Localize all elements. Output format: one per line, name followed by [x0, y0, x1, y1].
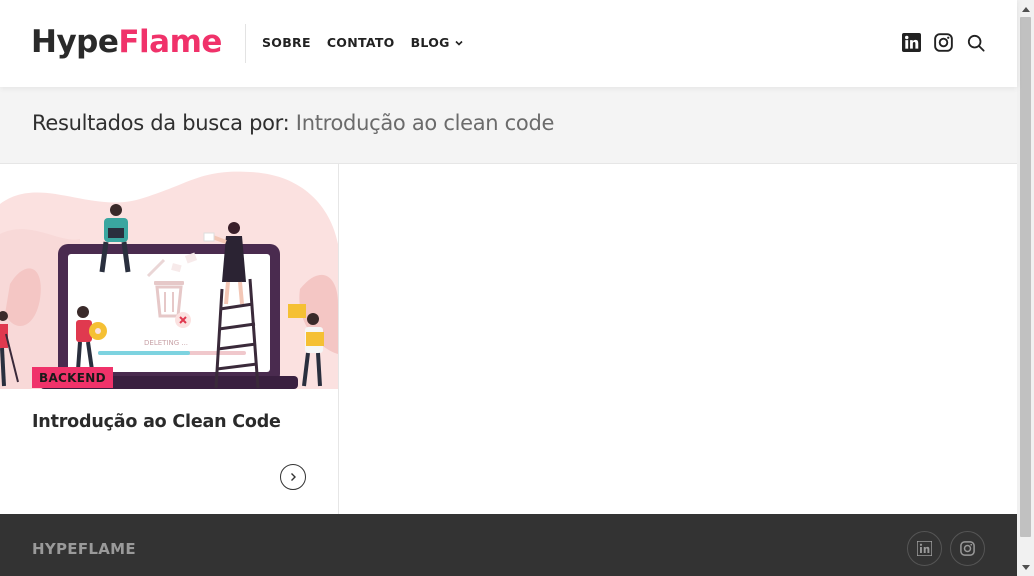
site-logo[interactable]: HypeFlame [31, 22, 222, 62]
linkedin-icon[interactable] [901, 32, 922, 53]
logo-text-flame: Flame [118, 24, 222, 60]
footer-brand: HYPEFLAME [32, 540, 136, 558]
category-badge[interactable]: BACKEND [32, 367, 113, 388]
main-nav: SOBRE CONTATO BLOG [262, 35, 464, 50]
header-divider [245, 24, 246, 63]
nav-item-blog[interactable]: BLOG [411, 35, 464, 50]
site-footer: HYPEFLAME [0, 514, 1017, 576]
search-term: Introdução ao clean code [295, 111, 555, 135]
header-social-icons [901, 32, 986, 53]
post-thumbnail[interactable]: DELETING ... [0, 164, 338, 389]
nav-item-contato[interactable]: CONTATO [327, 35, 395, 50]
page-title: Resultados da busca por: Introdução ao c… [32, 111, 554, 135]
post-card[interactable]: DELETING ... BACKEND Introdução ao Clean… [0, 164, 339, 514]
deleting-label: DELETING ... [144, 339, 188, 347]
search-title-prefix: Resultados da busca por: [32, 111, 296, 135]
nav-item-blog-label: BLOG [410, 35, 450, 50]
post-title[interactable]: Introdução ao Clean Code [32, 412, 281, 432]
chevron-right-icon [291, 473, 296, 481]
instagram-icon[interactable] [950, 531, 985, 566]
linkedin-icon[interactable] [907, 531, 942, 566]
scrollbar-thumb[interactable] [1020, 17, 1031, 537]
scroll-down-arrow-icon[interactable] [1017, 559, 1034, 576]
nav-item-sobre[interactable]: SOBRE [262, 35, 311, 50]
logo-text-hype: Hype [31, 24, 119, 60]
site-header: HypeFlame SOBRE CONTATO BLOG [0, 0, 1017, 87]
read-more-button[interactable] [280, 464, 306, 490]
page-scrollbar[interactable] [1017, 0, 1034, 576]
search-results-header: Resultados da busca por: Introdução ao c… [0, 87, 1017, 164]
search-icon[interactable] [965, 32, 986, 53]
scroll-up-arrow-icon[interactable] [1017, 0, 1034, 17]
chevron-down-icon [455, 40, 463, 46]
instagram-icon[interactable] [933, 32, 954, 53]
clean-code-illustration: DELETING ... [0, 171, 338, 389]
footer-social-icons [907, 531, 985, 566]
